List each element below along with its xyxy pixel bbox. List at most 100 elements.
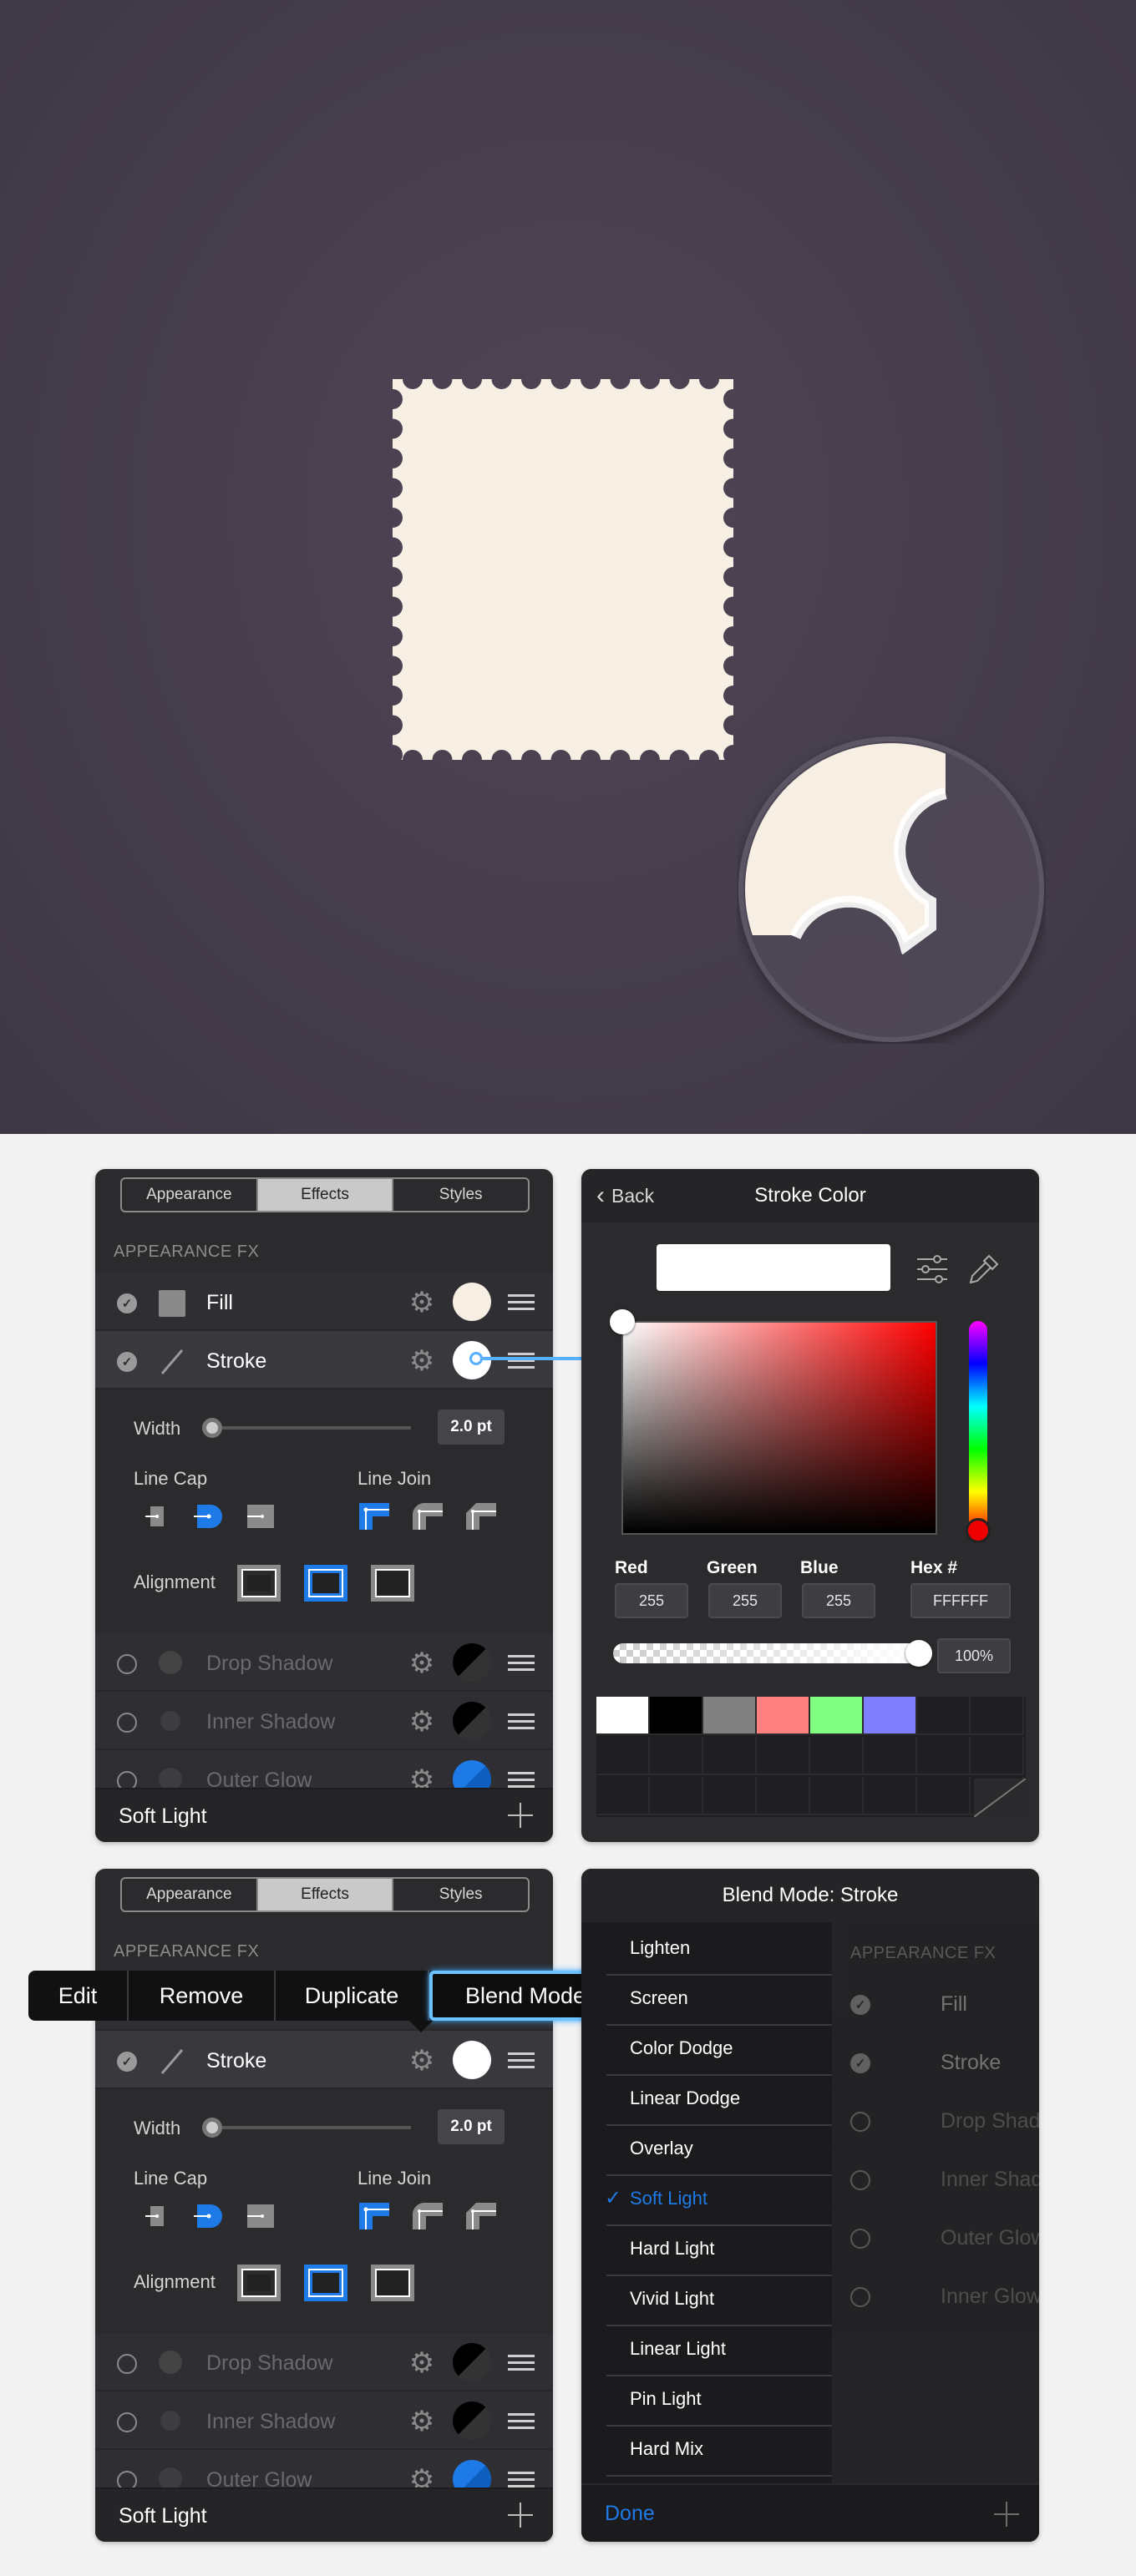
color-swatch[interactable] [453,2041,491,2079]
opacity-handle[interactable] [905,1640,932,1667]
gear-icon[interactable]: ⚙ [408,2349,436,2377]
effect-row-stroke[interactable]: ✓ Stroke ⚙ [95,1331,553,1389]
gear-icon[interactable]: ⚙ [408,1347,436,1375]
color-swatch-cell[interactable] [703,1697,757,1735]
round-cap-icon[interactable] [190,1501,224,1531]
blend-mode-item[interactable]: Vivid Light [630,2288,714,2310]
blend-mode-item[interactable]: Soft Light [630,2188,707,2209]
color-swatch[interactable] [453,1702,491,1740]
no-color-icon[interactable] [974,1779,1026,1817]
effect-row-drop-shadow[interactable]: Drop Shadow ⚙ [95,1633,553,1692]
color-swatch-cell[interactable] [971,1697,1024,1735]
butt-cap-icon[interactable] [142,1501,175,1531]
round-join-icon[interactable] [411,1501,444,1531]
color-swatch-cell[interactable] [917,1737,971,1775]
color-swatch-cell[interactable] [596,1697,650,1735]
checkmark-icon[interactable]: ✓ [117,2052,137,2072]
add-icon[interactable] [508,1803,533,1828]
color-swatch-cell[interactable] [810,1737,864,1775]
effect-row-drop-shadow[interactable]: Drop Shadow ⚙ [95,2333,553,2391]
blue-field[interactable]: 255 [802,1583,875,1618]
checkbox-icon[interactable] [117,1713,137,1733]
gear-icon[interactable]: ⚙ [408,1288,436,1317]
gear-icon[interactable]: ⚙ [408,2047,436,2075]
tab-appearance[interactable]: Appearance [122,1179,258,1211]
tab-effects[interactable]: Effects [257,1179,394,1211]
reorder-handle-icon[interactable] [508,2413,535,2430]
color-swatch-cell[interactable] [917,1697,971,1735]
color-swatch-cell[interactable] [703,1737,757,1775]
color-swatch-cell[interactable] [810,1697,864,1735]
color-swatch-cell[interactable] [596,1737,650,1775]
reorder-handle-icon[interactable] [508,2052,535,2069]
duplicate-menu-item[interactable]: Duplicate [276,1971,429,2021]
color-swatch[interactable] [453,2343,491,2381]
color-swatch-cell[interactable] [596,1777,650,1815]
align-outside-icon[interactable] [369,1563,416,1603]
effect-row-inner-shadow[interactable]: Inner Shadow ⚙ [95,2391,553,2450]
saturation-brightness-picker[interactable] [621,1321,937,1535]
width-slider[interactable] [202,2118,411,2138]
slider-knob[interactable] [202,2118,222,2138]
blend-mode-item[interactable]: Pin Light [630,2388,702,2410]
bevel-join-icon[interactable] [464,1501,498,1531]
hue-slider[interactable] [969,1321,987,1535]
done-button[interactable]: Done [605,2502,655,2526]
blend-mode-item[interactable]: Lighten [630,1937,690,1959]
round-join-icon[interactable] [411,2201,444,2231]
effect-row-inner-shadow[interactable]: Inner Shadow ⚙ [95,1692,553,1750]
checkmark-icon[interactable]: ✓ [117,1352,137,1372]
tab-styles[interactable]: Styles [393,1179,528,1211]
blend-mode-label[interactable]: Soft Light [119,1804,207,1829]
align-inside-icon[interactable] [236,2263,282,2303]
color-swatch-cell[interactable] [864,1697,917,1735]
color-swatch-cell[interactable] [917,1777,971,1815]
blend-mode-item[interactable]: Linear Dodge [630,2088,740,2109]
reorder-handle-icon[interactable] [508,1713,535,1730]
width-value[interactable]: 2.0 pt [438,2109,505,2144]
blend-mode-item[interactable]: Linear Light [630,2338,726,2360]
color-swatch-cell[interactable] [757,1777,810,1815]
edit-menu-item[interactable]: Edit [28,1971,129,2021]
slider-knob[interactable] [202,1418,222,1438]
align-center-icon[interactable] [302,1563,349,1603]
color-swatch-cell[interactable] [650,1777,703,1815]
blend-mode-item[interactable]: Overlay [630,2138,693,2159]
align-center-icon[interactable] [302,2263,349,2303]
gear-icon[interactable]: ⚙ [408,1649,436,1678]
color-swatch-cell[interactable] [757,1737,810,1775]
color-swatch-cell[interactable] [971,1737,1024,1775]
color-swatch[interactable] [453,1643,491,1682]
width-slider[interactable] [202,1418,411,1438]
effect-row-fill[interactable]: ✓ Fill ⚙ [95,1273,553,1331]
round-cap-icon[interactable] [190,2201,224,2231]
square-cap-icon[interactable] [244,2201,277,2231]
color-swatch[interactable] [453,2401,491,2440]
remove-menu-item[interactable]: Remove [129,1971,276,2021]
color-swatch-cell[interactable] [864,1737,917,1775]
hex-field[interactable]: FFFFFF [910,1583,1011,1618]
green-field[interactable]: 255 [708,1583,782,1618]
reorder-handle-icon[interactable] [508,2355,535,2371]
reorder-handle-icon[interactable] [508,1353,535,1369]
opacity-field[interactable]: 100% [937,1638,1011,1673]
bevel-join-icon[interactable] [464,2201,498,2231]
sliders-icon[interactable] [915,1254,949,1284]
color-swatch-cell[interactable] [650,1697,703,1735]
align-inside-icon[interactable] [236,1563,282,1603]
color-swatch-cell[interactable] [864,1777,917,1815]
gear-icon[interactable]: ⚙ [408,1708,436,1736]
effect-row-stroke[interactable]: ✓ Stroke ⚙ [95,2031,553,2089]
blend-mode-item[interactable]: Color Dodge [630,2037,733,2059]
blend-mode-item[interactable]: Hard Mix [630,2438,703,2460]
reorder-handle-icon[interactable] [508,1655,535,1672]
color-swatch-cell[interactable] [757,1697,810,1735]
opacity-slider[interactable] [613,1643,919,1663]
width-value[interactable]: 2.0 pt [438,1409,505,1445]
eyedropper-icon[interactable] [967,1253,1001,1286]
checkbox-icon[interactable] [117,1654,137,1674]
add-icon[interactable] [508,2503,533,2528]
color-swatch-cell[interactable] [810,1777,864,1815]
tab-appearance[interactable]: Appearance [122,1879,258,1910]
miter-join-icon[interactable] [358,2201,391,2231]
